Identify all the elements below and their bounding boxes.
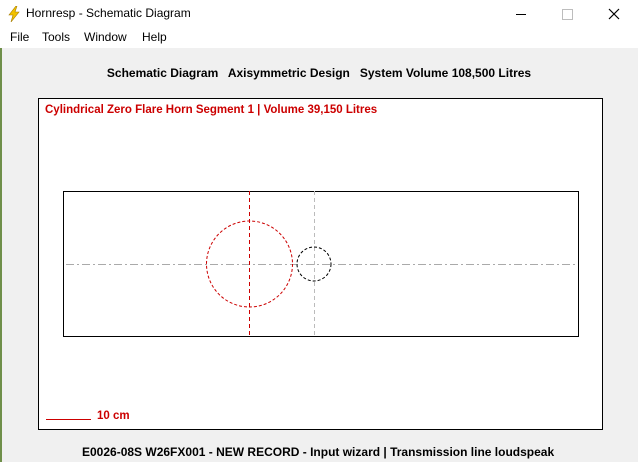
main-window: Hornresp - Schematic Diagram File Tools … (0, 0, 638, 462)
title-bar[interactable]: Hornresp - Schematic Diagram (0, 0, 638, 29)
status-bar-text: E0026-08S W26FX001 - NEW RECORD - Input … (82, 445, 555, 459)
lightning-bolt-icon (8, 6, 20, 22)
menu-bar: File Tools Window Help (0, 29, 638, 48)
menu-tools[interactable]: Tools (42, 30, 70, 44)
segment-title: Cylindrical Zero Flare Horn Segment 1 | … (45, 104, 378, 116)
horn-schematic (63, 191, 579, 337)
maximize-button[interactable] (544, 0, 590, 29)
diagram-header: Schematic Diagram Axisymmetric Design Sy… (106, 66, 532, 80)
minimize-button[interactable] (498, 0, 544, 29)
menu-file[interactable]: File (10, 30, 29, 44)
minimize-icon (516, 14, 526, 15)
menu-window[interactable]: Window (84, 30, 127, 44)
window-title: Hornresp - Schematic Diagram (26, 6, 191, 20)
close-icon (608, 8, 620, 20)
schematic-canvas: Cylindrical Zero Flare Horn Segment 1 | … (38, 98, 603, 430)
desktop-background-edge (0, 48, 2, 462)
scale-label: 10 cm (97, 410, 130, 422)
scale-bar (46, 419, 91, 420)
menu-help[interactable]: Help (142, 30, 167, 44)
close-button[interactable] (590, 0, 636, 29)
maximize-icon (562, 9, 573, 20)
